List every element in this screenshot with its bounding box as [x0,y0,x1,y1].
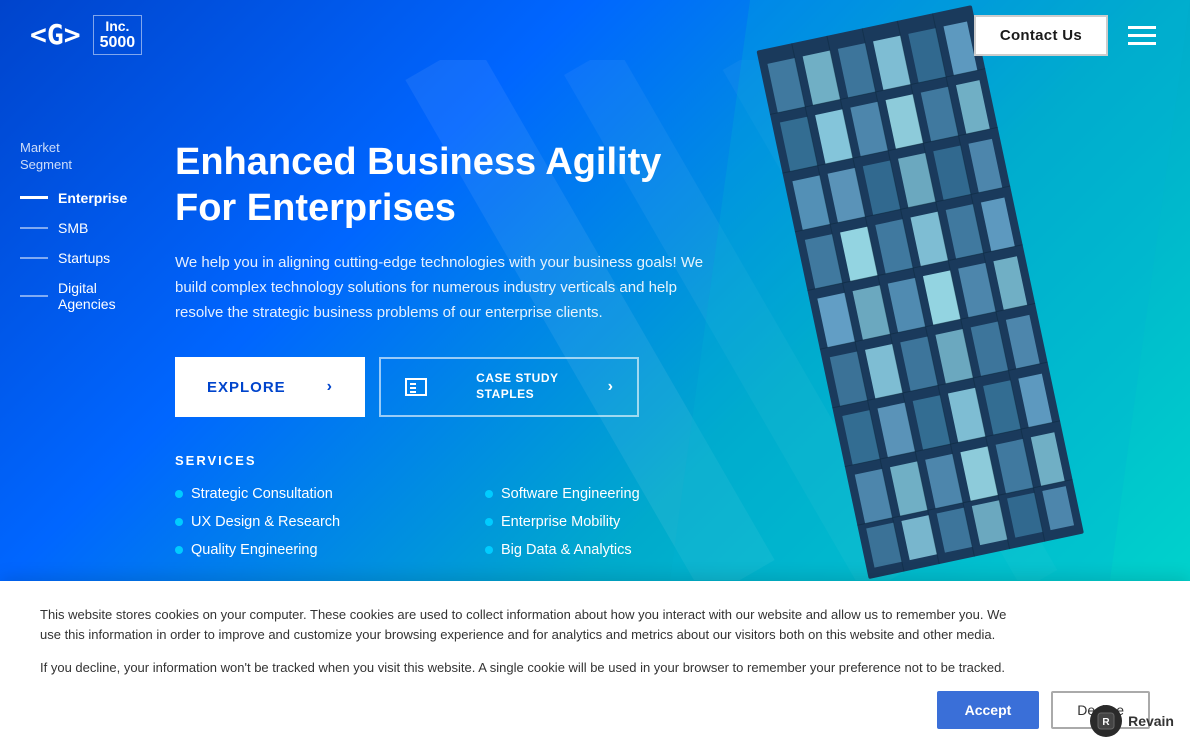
service-label-strategic-consultation: Strategic Consultation [191,486,333,502]
service-dot-strategic-consultation [175,490,183,498]
sidebar-item-startups[interactable]: Startups [20,250,145,266]
service-dot-enterprise-mobility [485,518,493,526]
cookie-buttons: Accept Decline [40,691,1150,729]
cta-buttons: EXPLORE › CASE STUDYSTAPLES › [175,357,810,416]
header-right: Contact Us [974,15,1160,56]
services-section: SERVICES Strategic Consultation Software… [175,453,810,558]
logo-area: <G> Inc. 5000 [30,15,142,56]
service-dot-big-data-analytics [485,546,493,554]
service-item-quality-engineering: Quality Engineering [175,542,425,558]
sidebar-label-enterprise: Enterprise [58,190,127,206]
market-segment-sidebar: Market Segment Enterprise SMB Startups D… [0,130,165,336]
sidebar-item-smb[interactable]: SMB [20,220,145,236]
sidebar-line-startups [20,257,48,259]
sidebar-item-enterprise[interactable]: Enterprise [20,190,145,206]
cookie-text-secondary: If you decline, your information won't b… [40,658,1020,679]
explore-label: EXPLORE [207,379,286,396]
services-title: SERVICES [175,453,810,468]
service-label-ux-design-research: UX Design & Research [191,514,340,530]
svg-text:R: R [1102,717,1110,728]
revain-logo: R Revain [1090,705,1174,737]
sidebar-label-digital-agencies: Digital Agencies [58,280,145,312]
hamburger-line-3 [1128,42,1156,45]
case-study-button[interactable]: CASE STUDYSTAPLES › [379,357,639,416]
header: <G> Inc. 5000 Contact Us [0,0,1190,70]
sidebar-section-title: Market Segment [20,140,145,174]
main-hero-content: Enhanced Business Agility For Enterprise… [175,140,810,558]
cookie-accept-button[interactable]: Accept [937,691,1040,729]
service-label-quality-engineering: Quality Engineering [191,542,318,558]
hero-title: Enhanced Business Agility For Enterprise… [175,140,695,231]
cookie-text-main: This website stores cookies on your comp… [40,605,1020,647]
service-dot-software-engineering [485,490,493,498]
service-label-big-data-analytics: Big Data & Analytics [501,542,632,558]
service-item-strategic-consultation: Strategic Consultation [175,486,425,502]
revain-label: Revain [1128,713,1174,729]
hamburger-line-2 [1128,34,1156,37]
service-item-big-data-analytics: Big Data & Analytics [485,542,735,558]
service-dot-quality-engineering [175,546,183,554]
sidebar-item-digital-agencies[interactable]: Digital Agencies [20,280,145,312]
hamburger-menu-button[interactable] [1124,22,1160,49]
case-study-icon [405,378,427,396]
service-label-software-engineering: Software Engineering [501,486,640,502]
case-study-label: CASE STUDYSTAPLES [476,371,558,402]
explore-arrow-icon: › [327,378,333,396]
revain-icon: R [1090,705,1122,737]
service-item-ux-design-research: UX Design & Research [175,514,425,530]
service-dot-ux-design [175,518,183,526]
sidebar-label-smb: SMB [58,220,88,236]
explore-button[interactable]: EXPLORE › [175,357,365,416]
hero-subtitle: We help you in aligning cutting-edge tec… [175,251,715,325]
sidebar-line-enterprise [20,196,48,199]
hamburger-line-1 [1128,26,1156,29]
logo-inc-label: Inc. [105,19,129,34]
contact-us-button[interactable]: Contact Us [974,15,1108,56]
service-item-software-engineering: Software Engineering [485,486,735,502]
service-item-enterprise-mobility: Enterprise Mobility [485,514,735,530]
service-label-enterprise-mobility: Enterprise Mobility [501,514,620,530]
logo-inc5000: Inc. 5000 [93,15,143,56]
logo-g: <G> [30,18,81,51]
services-grid: Strategic Consultation Software Engineer… [175,486,735,558]
sidebar-line-digital-agencies [20,295,48,297]
logo-inc-number: 5000 [100,34,136,52]
case-study-arrow-icon: › [608,378,613,396]
sidebar-line-smb [20,227,48,229]
sidebar-label-startups: Startups [58,250,110,266]
cookie-banner: This website stores cookies on your comp… [0,581,1190,753]
